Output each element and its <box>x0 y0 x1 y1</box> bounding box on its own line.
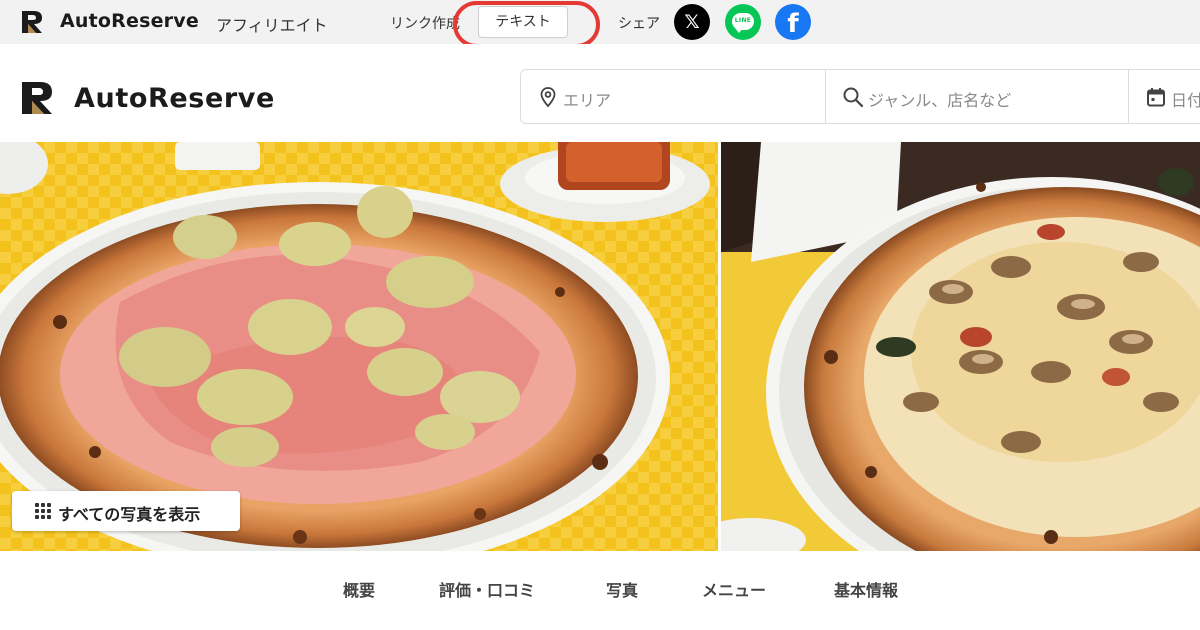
main-photo[interactable] <box>0 142 718 551</box>
search-bar: エリア ジャンル、店名など 日付 <box>520 69 1200 124</box>
secondary-photo[interactable] <box>721 142 1200 551</box>
x-share-button[interactable]: 𝕏 <box>674 4 710 40</box>
x-icon: 𝕏 <box>684 11 700 33</box>
section-tabs: 概要 評価・口コミ 写真 メニュー 基本情報 <box>0 551 1200 630</box>
area-search-field[interactable]: エリア <box>521 70 825 123</box>
affiliate-bar: AutoReserve アフィリエイト リンク作成 テキスト シェア 𝕏 LIN… <box>0 0 1200 48</box>
calendar-icon <box>1147 88 1165 107</box>
link-create-label: リンク作成 <box>390 16 460 32</box>
affiliate-subtitle: アフィリエイト <box>216 16 328 35</box>
autoreserve-logo-icon <box>22 11 42 33</box>
show-all-photos-label: すべての写真を表示 <box>58 505 201 524</box>
grid-icon <box>35 503 51 519</box>
facebook-icon: f <box>787 9 799 39</box>
line-share-button[interactable]: LINE <box>725 4 761 40</box>
search-icon <box>843 87 864 108</box>
show-all-photos-button[interactable]: すべての写真を表示 <box>12 491 240 531</box>
genre-search-field[interactable]: ジャンル、店名など <box>825 70 1128 123</box>
autoreserve-logo-icon[interactable] <box>20 80 60 116</box>
affiliate-brand-name: AutoReserve <box>60 10 199 32</box>
header-brand-name[interactable]: AutoReserve <box>74 83 275 114</box>
date-placeholder: 日付 <box>1171 91 1200 110</box>
tab-menu[interactable]: メニュー <box>702 577 766 601</box>
tab-photos[interactable]: 写真 <box>606 577 638 601</box>
share-label: シェア <box>618 16 660 32</box>
area-placeholder: エリア <box>563 91 612 110</box>
site-header: AutoReserve エリア ジャンル、店名など 日付 <box>0 44 1200 142</box>
genre-placeholder: ジャンル、店名など <box>868 91 1012 110</box>
date-search-field[interactable]: 日付 <box>1128 70 1200 123</box>
tab-overview[interactable]: 概要 <box>343 577 375 601</box>
facebook-share-button[interactable]: f <box>775 4 811 40</box>
location-pin-icon <box>540 87 556 108</box>
tab-reviews[interactable]: 評価・口コミ <box>439 577 535 601</box>
highlight-circle <box>453 1 600 48</box>
tab-basic-info[interactable]: 基本情報 <box>834 577 898 601</box>
